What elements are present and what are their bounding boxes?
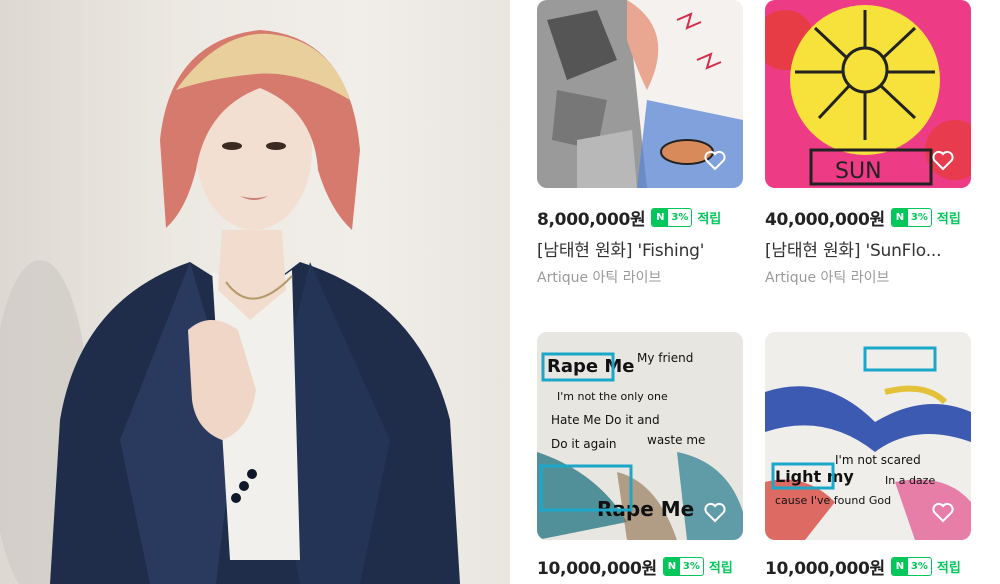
npay-badge: N 3% (662, 557, 704, 576)
npay-icon: N (891, 558, 908, 575)
heart-icon[interactable] (703, 500, 727, 524)
price: 10,000,000원 (765, 559, 885, 579)
artwork-text: Hate Me Do it and (551, 413, 660, 427)
price: 40,000,000원 (765, 210, 885, 230)
seller-name[interactable]: Artique 아틱 라이브 (537, 267, 661, 287)
artwork-text: SUN (835, 159, 882, 184)
artist-portrait-illustration (0, 30, 460, 584)
artwork-text: Rape Me (547, 356, 635, 377)
product-card[interactable]: SUN 40,000,000원 N 3% 적립 [남태현 원화] 'SunFlo… (765, 0, 973, 300)
artwork-text: I'm not the only one (557, 390, 668, 403)
npay-icon: N (652, 209, 669, 226)
earn-label: 적립 (936, 561, 961, 576)
earn-label: 적립 (697, 212, 722, 227)
price-row: 40,000,000원 N 3% 적립 (765, 205, 961, 230)
npay-rate: 3% (671, 212, 689, 223)
product-card[interactable]: 8,000,000원 N 3% 적립 [남태현 원화] 'Fishing' Ar… (537, 0, 745, 300)
product-title[interactable]: [남태현 원화] 'Fishing' (537, 236, 704, 261)
product-card[interactable]: Rape Me My friend I'm not the only one H… (537, 332, 745, 584)
earn-label: 적립 (708, 561, 733, 576)
artist-photo (0, 0, 510, 584)
artwork-text: waste me (647, 433, 705, 447)
artwork-text: My friend (637, 351, 693, 365)
price: 10,000,000원 (537, 559, 657, 579)
product-card[interactable]: I'm not scared Light my In a daze cause … (765, 332, 973, 584)
earn-label: 적립 (936, 212, 961, 227)
seller-name[interactable]: Artique 아틱 라이브 (765, 267, 889, 287)
artwork-text: I'm not scared (835, 453, 921, 467)
product-thumbnail[interactable]: Rape Me My friend I'm not the only one H… (537, 332, 743, 540)
npay-rate: 3% (910, 561, 928, 572)
npay-icon: N (663, 558, 680, 575)
product-title[interactable]: [남태현 원화] 'SunFlo... (765, 236, 942, 261)
product-thumbnail[interactable]: I'm not scared Light my In a daze cause … (765, 332, 971, 540)
artwork-text: Light my (775, 467, 854, 486)
product-thumbnail[interactable] (537, 0, 743, 188)
heart-icon[interactable] (931, 500, 955, 524)
npay-badge: N 3% (890, 208, 932, 227)
price-row: 8,000,000원 N 3% 적립 (537, 205, 721, 230)
npay-rate: 3% (682, 561, 700, 572)
price: 8,000,000원 (537, 210, 646, 230)
artwork-text: Do it again (551, 437, 617, 451)
npay-icon: N (891, 209, 908, 226)
price-row: 10,000,000원 N 3% 적립 (537, 554, 733, 579)
npay-badge: N 3% (651, 208, 693, 227)
heart-icon[interactable] (931, 148, 955, 172)
npay-rate: 3% (910, 212, 928, 223)
price-row: 10,000,000원 N 3% 적립 (765, 554, 961, 579)
product-thumbnail[interactable]: SUN (765, 0, 971, 188)
npay-badge: N 3% (890, 557, 932, 576)
artwork-text: In a daze (885, 474, 935, 487)
heart-icon[interactable] (703, 148, 727, 172)
artwork-text: cause I've found God (775, 494, 891, 507)
